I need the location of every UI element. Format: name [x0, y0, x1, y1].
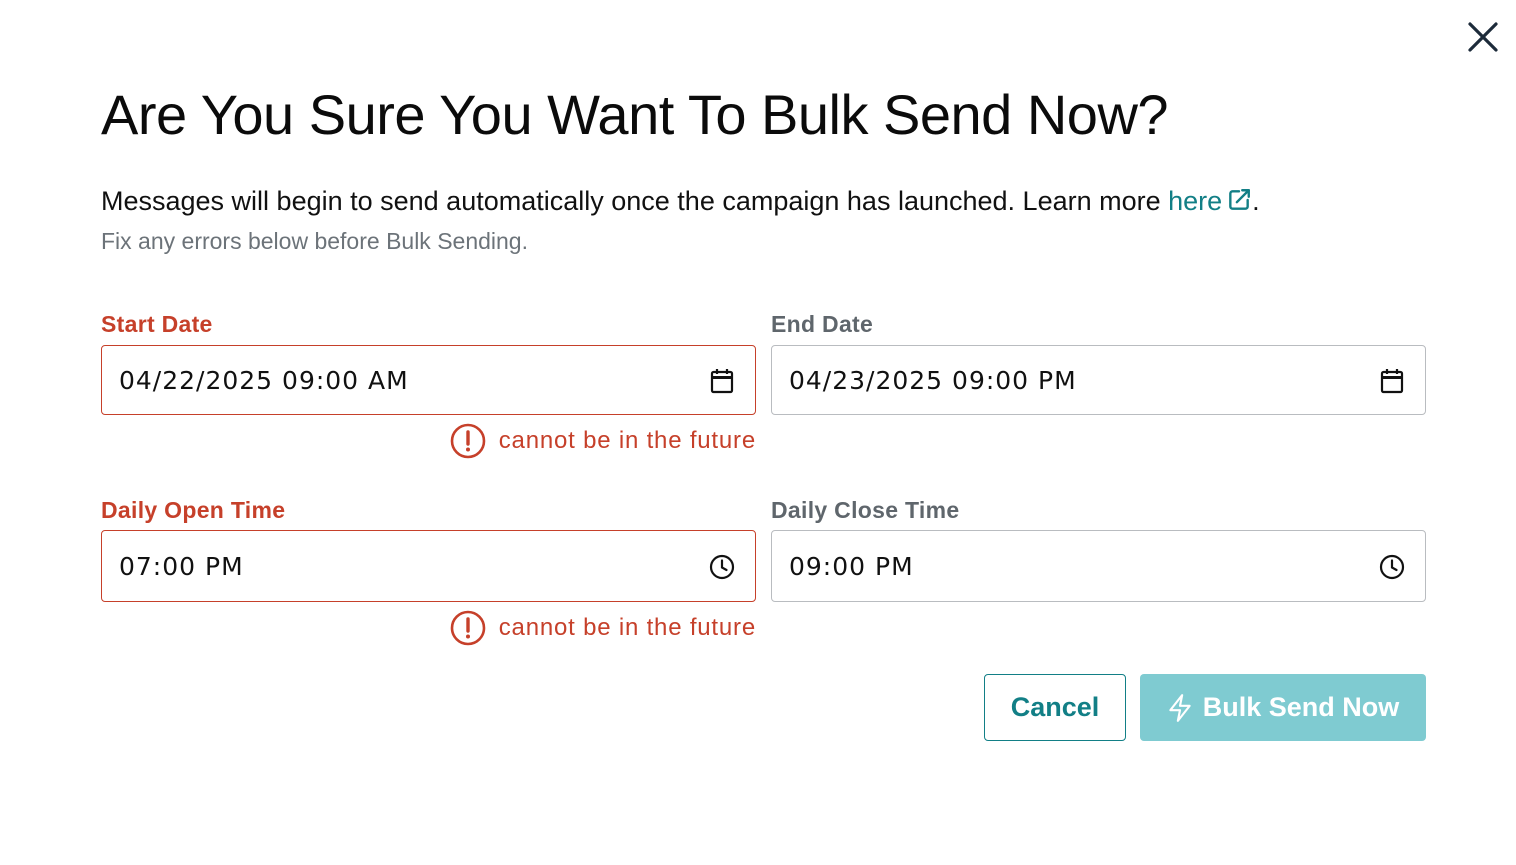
cancel-button-label: Cancel: [1010, 692, 1100, 722]
calendar-icon[interactable]: [1377, 366, 1407, 396]
learn-more-link-text: here: [1168, 186, 1223, 216]
learn-more-link[interactable]: here: [1168, 186, 1252, 216]
description-end: .: [1252, 186, 1260, 216]
end-date-input[interactable]: 04/23/2025 09:00 PM: [771, 345, 1426, 415]
daily-close-time-value: 09:00 PM: [789, 552, 914, 581]
external-link-icon: [1226, 185, 1252, 223]
start-date-value: 04/22/2025 09:00 AM: [119, 366, 409, 395]
start-date-input[interactable]: 04/22/2025 09:00 AM: [101, 345, 756, 415]
daily-close-time-label: Daily Close Time: [771, 497, 960, 523]
close-icon: [1468, 22, 1498, 52]
start-date-error-text: cannot be in the future: [498, 427, 756, 454]
daily-open-time-value: 07:00 PM: [119, 552, 244, 581]
clock-icon[interactable]: [707, 552, 737, 582]
start-date-label: Start Date: [101, 311, 213, 337]
clock-icon[interactable]: [1377, 552, 1407, 582]
lightning-bolt-icon: [1167, 693, 1193, 723]
description-text: Messages will begin to send automaticall…: [101, 186, 1169, 216]
alert-circle-icon: [450, 423, 486, 459]
dialog-description: Messages will begin to send automaticall…: [101, 182, 1260, 223]
daily-close-time-input[interactable]: 09:00 PM: [771, 530, 1426, 602]
bulk-send-now-label: Bulk Send Now: [1202, 692, 1400, 722]
daily-open-time-error-text: cannot be in the future: [498, 614, 756, 641]
end-date-label: End Date: [771, 311, 874, 337]
calendar-icon[interactable]: [707, 366, 737, 396]
alert-circle-icon: [450, 610, 486, 646]
daily-open-time-input[interactable]: 07:00 PM: [101, 530, 756, 602]
bulk-send-now-button[interactable]: Bulk Send Now: [1140, 674, 1426, 741]
cancel-button[interactable]: Cancel: [984, 674, 1126, 741]
dialog-subtext: Fix any errors below before Bulk Sending…: [101, 228, 528, 254]
close-button[interactable]: [1462, 16, 1504, 58]
dialog-title: Are You Sure You Want To Bulk Send Now?: [101, 83, 1169, 146]
daily-open-time-label: Daily Open Time: [101, 497, 286, 523]
start-date-error: cannot be in the future: [450, 423, 756, 459]
daily-open-time-error: cannot be in the future: [450, 610, 756, 646]
end-date-value: 04/23/2025 09:00 PM: [789, 366, 1077, 395]
